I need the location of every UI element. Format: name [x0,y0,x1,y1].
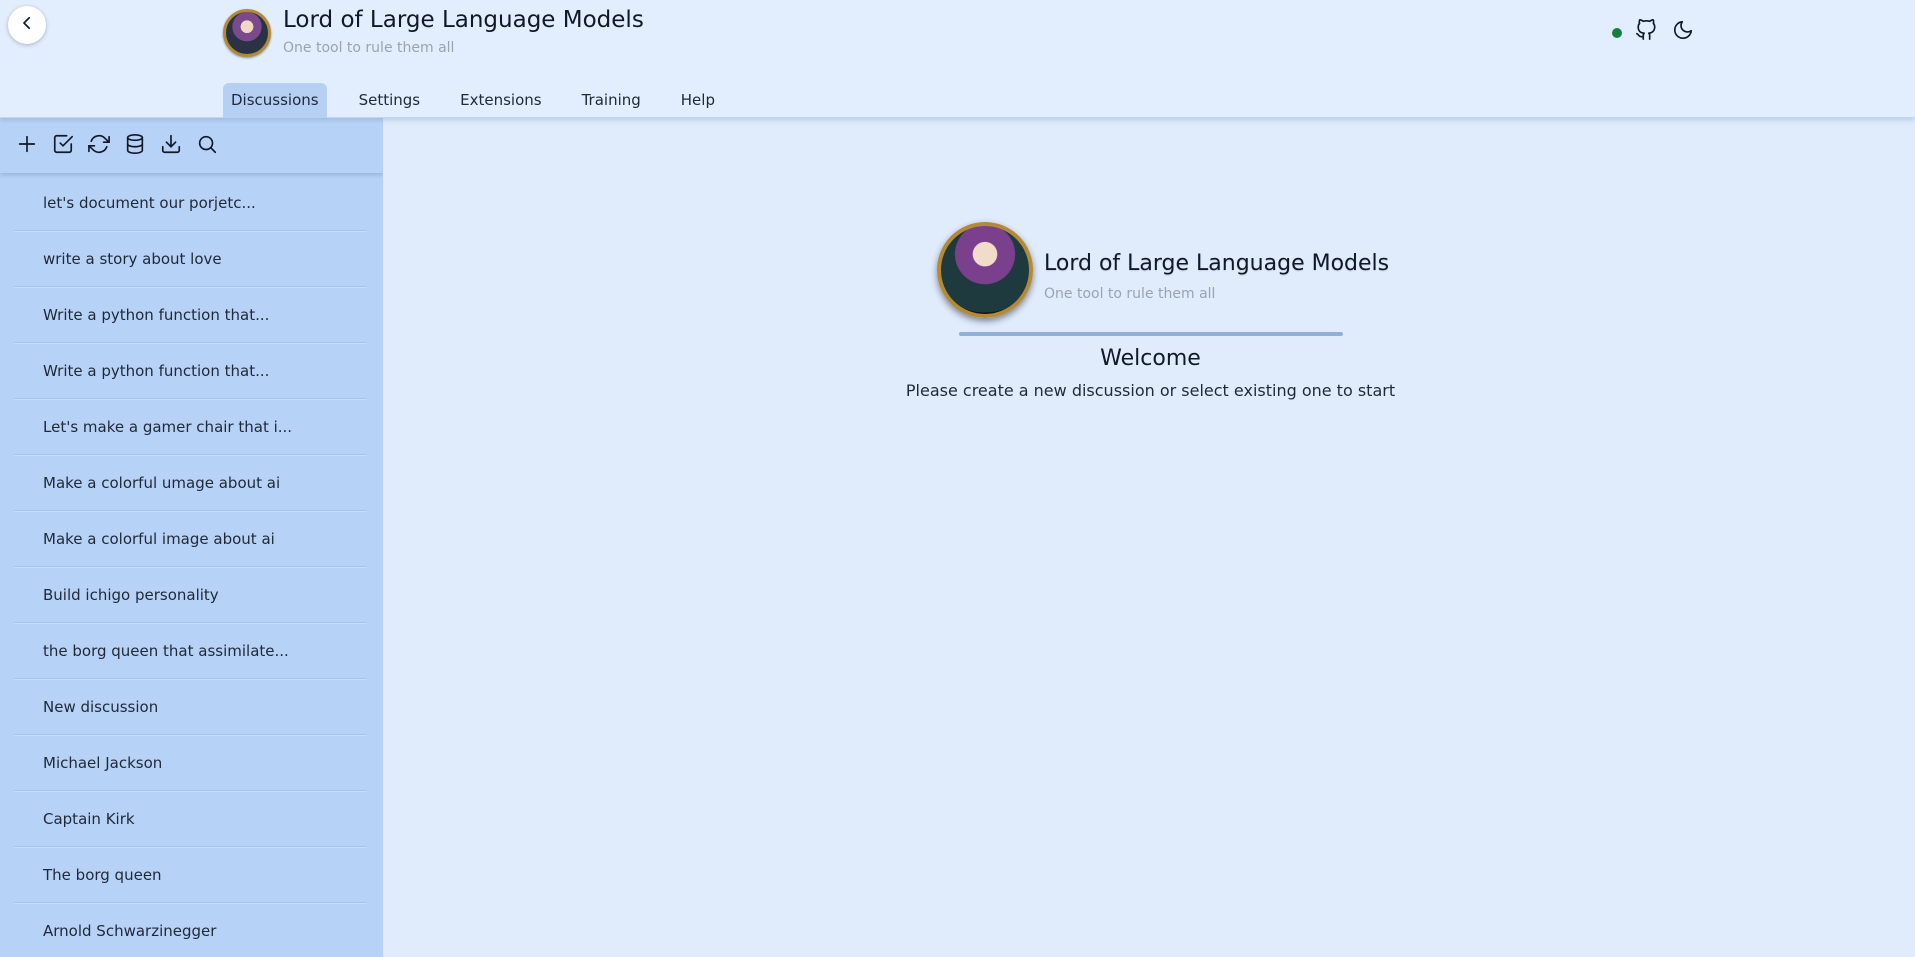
discussion-item[interactable]: Michael Jackson [14,735,366,791]
sidebar-toolbar [0,118,383,173]
download-icon [160,133,182,159]
discussion-item[interactable]: Write a python function that... [14,343,366,399]
reset-database-button[interactable] [86,133,112,159]
refresh-icon [88,133,110,159]
chevron-left-icon [18,14,36,36]
github-icon [1635,19,1657,45]
welcome-logo [937,222,1033,318]
tab-discussions[interactable]: Discussions [223,83,327,118]
github-link[interactable] [1634,19,1658,45]
app-subtitle: One tool to rule them all [283,40,455,56]
check-square-icon [52,133,74,159]
welcome-message: Please create a new discussion or select… [905,381,1396,400]
discussions-sidebar: let's document our porjetc... write a st… [0,118,383,957]
discussion-item[interactable]: the borg queen that assimilate... [14,623,366,679]
new-discussion-button[interactable] [14,133,40,159]
tab-training[interactable]: Training [574,83,649,118]
discussion-item[interactable]: Make a colorful umage about ai [14,455,366,511]
discussion-item[interactable]: Captain Kirk [14,791,366,847]
discussion-item[interactable]: Arnold Schwarzinegger [14,903,366,957]
plus-icon [16,133,38,159]
theme-toggle-button[interactable] [1671,20,1695,44]
search-icon [196,133,218,159]
tab-settings[interactable]: Settings [351,83,429,118]
discussion-list: let's document our porjetc... write a st… [0,173,383,957]
database-icon [124,133,146,159]
export-button[interactable] [158,133,184,159]
moon-icon [1672,19,1694,45]
tab-extensions[interactable]: Extensions [452,83,549,118]
discussion-item[interactable]: Build ichigo personality [14,567,366,623]
welcome-subtitle: One tool to rule them all [1044,286,1216,302]
discussion-item[interactable]: Write a python function that... [14,287,366,343]
connection-status-indicator [1612,28,1622,38]
tab-help[interactable]: Help [673,83,723,118]
discussion-item[interactable]: Make a colorful image about ai [14,511,366,567]
main-tabs: Discussions Settings Extensions Training… [223,83,747,118]
discussion-item[interactable]: New discussion [14,679,366,735]
discussion-item[interactable]: The borg queen [14,847,366,903]
discussion-item[interactable]: Let's make a gamer chair that i... [14,399,366,455]
welcome-divider [959,332,1343,336]
app-logo [223,9,271,57]
back-button[interactable] [8,6,46,44]
select-discussions-button[interactable] [50,133,76,159]
discussion-item[interactable]: let's document our porjetc... [14,175,366,231]
main-content: Lord of Large Language Models One tool t… [383,118,1915,957]
database-button[interactable] [122,133,148,159]
app-title: Lord of Large Language Models [283,7,644,33]
app-header: Lord of Large Language Models One tool t… [0,0,1915,118]
discussion-item[interactable]: write a story about love [14,231,366,287]
welcome-title: Lord of Large Language Models [1044,251,1390,276]
search-button[interactable] [194,133,220,159]
welcome-heading: Welcome [1100,346,1201,371]
